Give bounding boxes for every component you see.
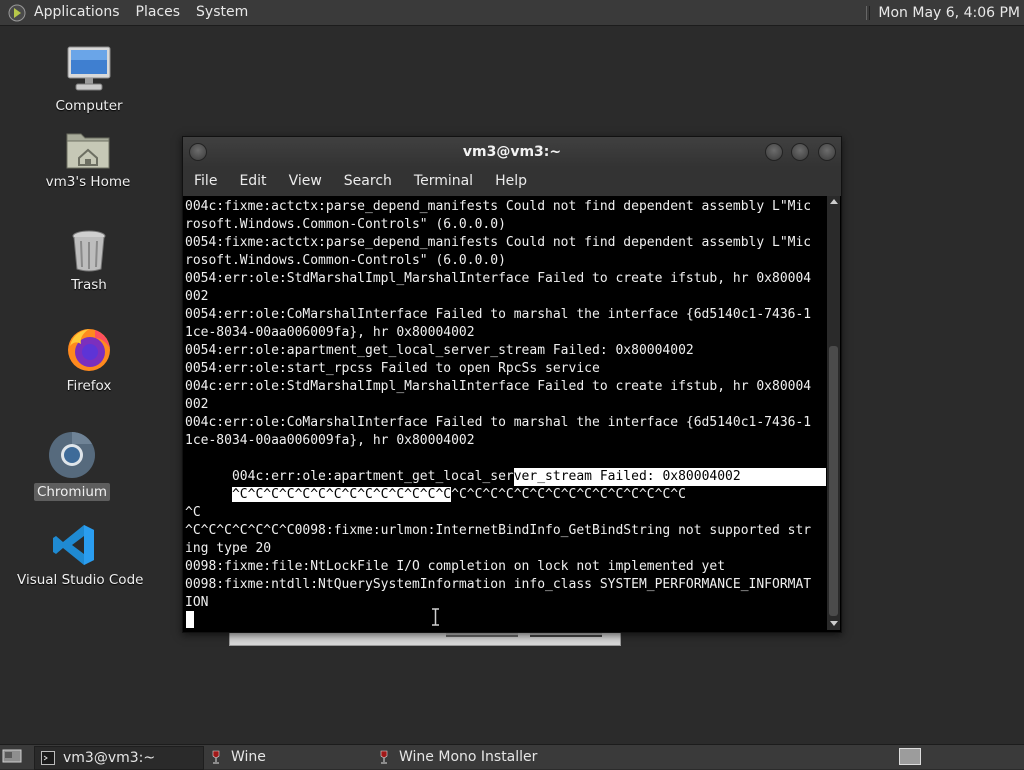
clock-area: Mon May 6, 4:06 PM <box>866 0 1024 25</box>
menu-edit[interactable]: Edit <box>228 167 277 196</box>
firefox-icon <box>68 329 110 371</box>
scrollbar-thumb[interactable] <box>829 346 838 616</box>
wine-glass-icon <box>380 750 388 764</box>
menu-search[interactable]: Search <box>333 167 403 196</box>
vscode-icon <box>53 525 94 565</box>
terminal-line: ION <box>185 595 209 610</box>
applications-logo-icon[interactable] <box>8 4 26 22</box>
computer-icon <box>67 46 111 91</box>
desktop-icon-trash[interactable]: Trash <box>44 229 134 294</box>
terminal-line: ^C <box>185 505 201 520</box>
scroll-down-arrow-icon[interactable] <box>830 621 838 626</box>
desktop-icon-firefox[interactable]: Firefox <box>44 326 134 395</box>
terminal-line: 0054:fixme:actctx:parse_depend_manifests… <box>185 235 812 250</box>
taskbar-item-wine[interactable]: Wine <box>203 746 369 768</box>
terminal-line: rosoft.Windows.Common-Controls" (6.0.0.0… <box>185 217 506 232</box>
window-menu-button[interactable] <box>189 143 207 161</box>
menu-terminal[interactable]: Terminal <box>403 167 484 196</box>
terminal-line: 0054:err:ole:StdMarshalImpl_MarshalInter… <box>185 271 812 286</box>
desktop-icon-label: vm3's Home <box>45 174 131 190</box>
minimize-button[interactable] <box>765 143 783 161</box>
bottom-panel: vm3@vm3:~ Wine Wine Mono Installer <box>0 744 1024 770</box>
home-folder-icon <box>66 133 110 169</box>
desktop-icon-label: Chromium <box>33 483 111 501</box>
terminal-window[interactable]: vm3@vm3:~ File Edit View Search Terminal… <box>182 136 842 633</box>
ibeam-cursor-icon <box>432 608 439 626</box>
terminal-line: 004c:err:ole:StdMarshalImpl_MarshalInter… <box>185 379 812 394</box>
text-cursor <box>186 611 194 628</box>
terminal-line-selected: 004c:err:ole:apartment_get_local_server_… <box>185 450 826 486</box>
clock[interactable]: Mon May 6, 4:06 PM <box>878 5 1024 21</box>
terminal-line: 002 <box>185 289 209 304</box>
terminal-line: 0054:err:ole:CoMarshalInterface Failed t… <box>185 307 812 322</box>
taskbar-item-terminal[interactable]: vm3@vm3:~ <box>34 746 204 770</box>
chromium-icon <box>49 432 95 478</box>
desktop-icon-computer[interactable]: Computer <box>44 44 134 115</box>
terminal-output[interactable]: 004c:fixme:actctx:parse_depend_manifests… <box>185 196 826 630</box>
terminal-line: 0054:err:ole:start_rpcss Failed to open … <box>185 361 600 376</box>
terminal-line: 002 <box>185 397 209 412</box>
workspace-switcher[interactable] <box>899 748 921 765</box>
desktop-icon-label: Firefox <box>66 378 112 394</box>
terminal-line: ing type 20 <box>185 541 272 556</box>
desktop-icon-chromium[interactable]: Chromium <box>27 430 117 501</box>
terminal-line-selected: ^C^C^C^C^C^C^C^C^C^C^C^C^C^C^C^C^C^C^C^C… <box>185 468 686 502</box>
menu-view[interactable]: View <box>278 167 333 196</box>
terminal-line: rosoft.Windows.Common-Controls" (6.0.0.0… <box>185 253 506 268</box>
terminal-line: 1ce-8034-00aa006009fa}, hr 0x80004002 <box>185 433 475 448</box>
places-menu[interactable]: Places <box>128 0 189 25</box>
panel-separator <box>866 5 871 20</box>
terminal-line: 004c:fixme:actctx:parse_depend_manifests… <box>185 199 812 214</box>
terminal-titlebar[interactable]: vm3@vm3:~ <box>183 137 841 167</box>
desktop-icon-vscode[interactable]: Visual Studio Code <box>14 522 143 589</box>
terminal-line: 0098:fixme:file:NtLockFile I/O completio… <box>185 559 726 574</box>
top-panel: Applications Places System Mon May 6, 4:… <box>0 0 1024 26</box>
selected-text: ^C^C^C^C^C^C^C^C^C^C^C^C^C^C <box>231 487 452 502</box>
maximize-button[interactable] <box>791 143 809 161</box>
terminal-line: 1ce-8034-00aa006009fa}, hr 0x80004002 <box>185 325 475 340</box>
terminal-text: ^C^C^C^C^C^C^C^C^C^C^C^C^C^C^C <box>451 487 686 502</box>
desktop-icon-label: Trash <box>71 277 107 293</box>
window-title: vm3@vm3:~ <box>462 144 562 160</box>
terminal-line: 004c:err:ole:CoMarshalInterface Failed t… <box>185 415 812 430</box>
applications-menu[interactable]: Applications <box>26 0 128 25</box>
terminal-icon <box>41 751 55 765</box>
menu-file[interactable]: File <box>183 167 228 196</box>
desktop-icon-home[interactable]: vm3's Home <box>38 128 138 191</box>
terminal-line: 0054:err:ole:apartment_get_local_server_… <box>185 343 694 358</box>
close-button[interactable] <box>818 143 836 161</box>
terminal-line: ^C^C^C^C^C^C^C0098:fixme:urlmon:Internet… <box>185 523 812 538</box>
trash-icon <box>72 230 106 272</box>
desktop-icon-label: Visual Studio Code <box>17 572 144 588</box>
menu-help[interactable]: Help <box>484 167 538 196</box>
show-desktop-icon[interactable] <box>2 748 22 764</box>
taskbar-item-wine-mono-installer[interactable]: Wine Mono Installer <box>371 746 561 768</box>
terminal-line: 0098:fixme:ntdll:NtQuerySystemInformatio… <box>185 577 812 592</box>
scroll-up-arrow-icon[interactable] <box>830 199 838 204</box>
terminal-menubar: File Edit View Search Terminal Help <box>183 167 841 196</box>
desktop-icon-label: Computer <box>55 98 123 114</box>
taskbar-item-label: Wine <box>231 749 266 765</box>
system-menu[interactable]: System <box>188 0 256 25</box>
taskbar-item-label: vm3@vm3:~ <box>63 750 156 766</box>
wine-glass-icon <box>212 750 220 764</box>
taskbar-item-label: Wine Mono Installer <box>399 749 538 765</box>
terminal-scrollbar[interactable] <box>827 196 840 630</box>
